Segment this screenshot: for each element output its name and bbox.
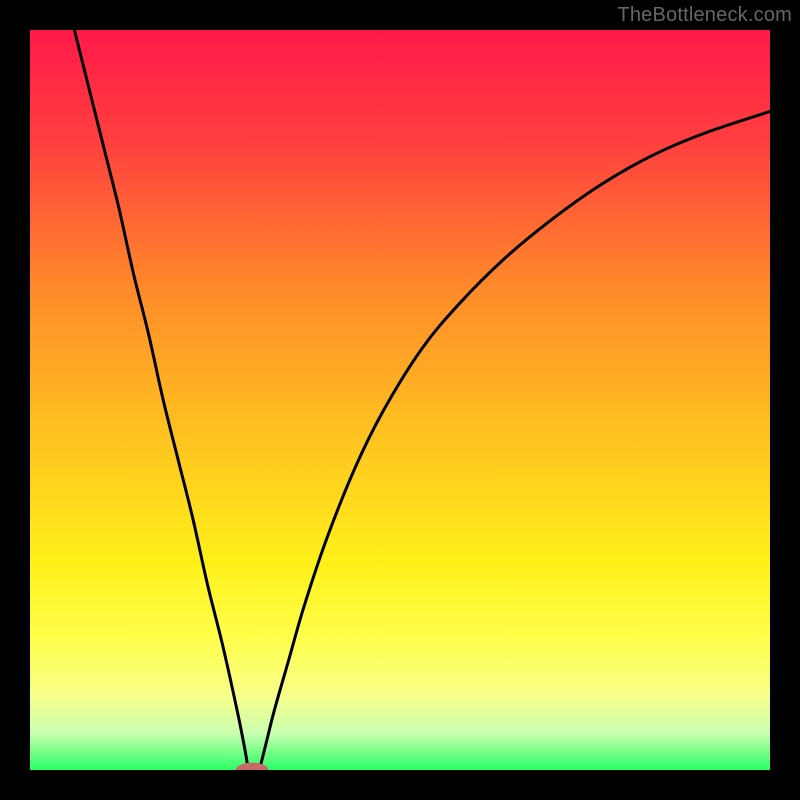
outer-frame: TheBottleneck.com [0, 0, 800, 800]
chart-svg [30, 30, 770, 770]
gradient-background [30, 30, 770, 770]
plot-area [30, 30, 770, 770]
watermark-text: TheBottleneck.com [617, 4, 792, 27]
